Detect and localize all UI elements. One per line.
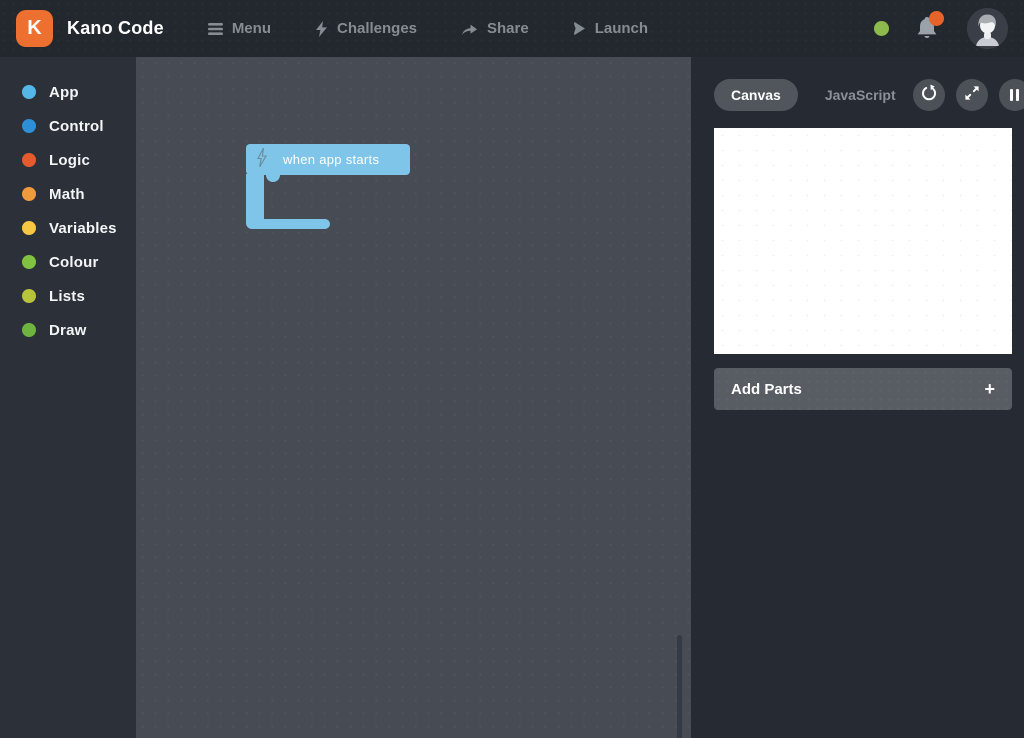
app-title: Kano Code (67, 18, 164, 39)
pause-icon (1010, 89, 1019, 101)
sidebar-item-control[interactable]: Control (0, 109, 136, 143)
category-label: Colour (49, 254, 99, 271)
sidebar-item-logic[interactable]: Logic (0, 143, 136, 177)
category-dot (22, 187, 36, 201)
category-label: Math (49, 186, 85, 203)
challenges-label: Challenges (337, 20, 417, 37)
category-label: App (49, 84, 79, 101)
preview-panel-header: Canvas JavaScript (714, 79, 1019, 111)
block-connector-notch (266, 174, 280, 182)
menu-label: Menu (232, 20, 271, 37)
play-icon (573, 21, 586, 36)
share-arrow-icon (461, 22, 478, 36)
top-bar: K Kano Code Menu Challenges Share Launch (0, 0, 1024, 57)
bolt-icon (315, 21, 328, 37)
sidebar-item-draw[interactable]: Draw (0, 313, 136, 347)
pause-button[interactable] (999, 79, 1024, 111)
category-dot (22, 255, 36, 269)
sidebar-item-math[interactable]: Math (0, 177, 136, 211)
category-label: Draw (49, 322, 86, 339)
category-dot (22, 221, 36, 235)
category-dot (22, 289, 36, 303)
category-label: Logic (49, 152, 90, 169)
plus-icon: + (984, 380, 995, 398)
add-parts-label: Add Parts (731, 381, 802, 398)
sidebar-item-variables[interactable]: Variables (0, 211, 136, 245)
kano-logo[interactable]: K (16, 10, 53, 47)
fullscreen-button[interactable] (956, 79, 988, 111)
when-app-starts-block[interactable]: when app starts (246, 144, 410, 175)
hamburger-icon (208, 22, 223, 36)
online-status-dot (874, 21, 889, 36)
menu-button[interactable]: Menu (208, 20, 271, 37)
bolt-icon (257, 148, 267, 172)
category-dot (22, 323, 36, 337)
block-category-sidebar: App Control Logic Math Variables Colour … (0, 57, 136, 738)
category-label: Variables (49, 220, 117, 237)
tab-javascript[interactable]: JavaScript (808, 79, 913, 111)
category-dot (22, 153, 36, 167)
avatar[interactable] (967, 8, 1008, 49)
category-label: Control (49, 118, 104, 135)
notification-badge (929, 11, 944, 26)
app-preview-canvas[interactable] (714, 128, 1012, 354)
top-nav: Menu Challenges Share Launch (208, 20, 648, 37)
category-dot (22, 85, 36, 99)
restart-button[interactable] (913, 79, 945, 111)
sidebar-item-app[interactable]: App (0, 75, 136, 109)
block-label: when app starts (283, 152, 379, 167)
preview-panel: Canvas JavaScript (691, 57, 1024, 738)
code-workspace[interactable]: when app starts (136, 57, 691, 738)
share-label: Share (487, 20, 529, 37)
sidebar-item-lists[interactable]: Lists (0, 279, 136, 313)
block-bottom-arm (246, 219, 330, 229)
tab-canvas[interactable]: Canvas (714, 79, 798, 111)
bell-icon (915, 28, 939, 45)
category-label: Lists (49, 288, 85, 305)
preview-controls (913, 79, 1024, 111)
sidebar-item-colour[interactable]: Colour (0, 245, 136, 279)
add-parts-button[interactable]: Add Parts + (714, 368, 1012, 410)
launch-label: Launch (595, 20, 648, 37)
top-bar-right (874, 8, 1008, 49)
launch-button[interactable]: Launch (573, 20, 648, 37)
fullscreen-icon (964, 85, 980, 106)
block-left-arm (246, 174, 264, 221)
notifications-button[interactable] (915, 15, 941, 43)
category-dot (22, 119, 36, 133)
challenges-button[interactable]: Challenges (315, 20, 417, 37)
share-button[interactable]: Share (461, 20, 529, 37)
restart-icon (920, 84, 938, 107)
workspace-scrollbar[interactable] (677, 635, 682, 738)
